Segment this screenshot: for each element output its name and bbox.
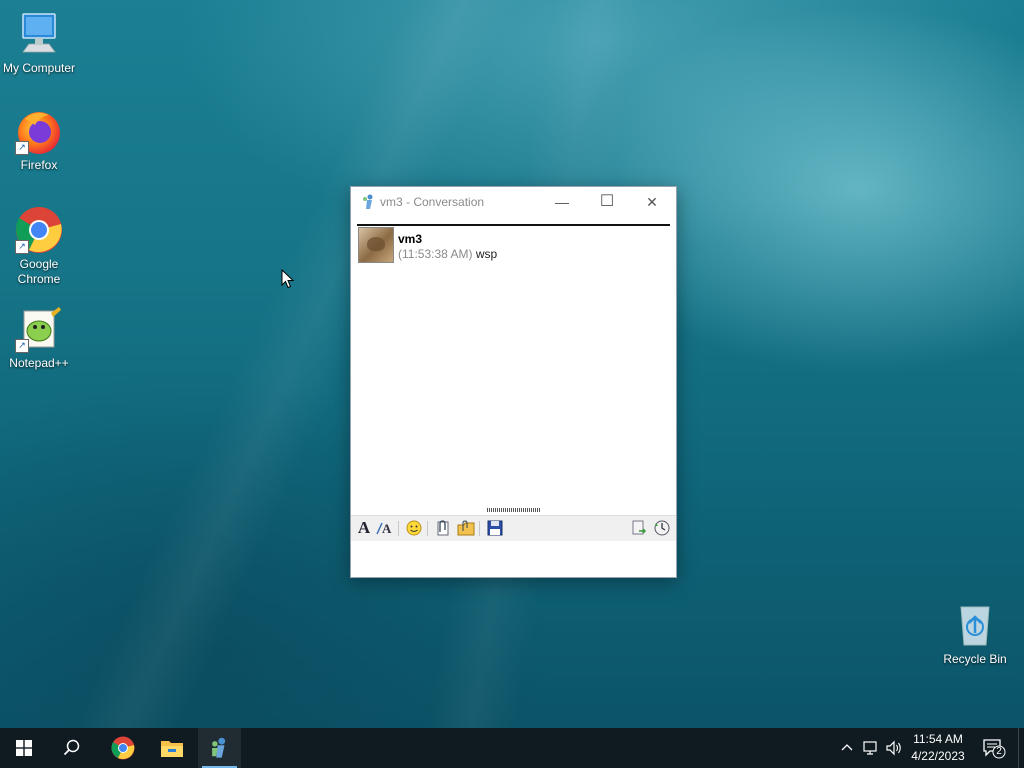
toolbar-separator (427, 521, 428, 536)
svg-text:A: A (382, 521, 392, 536)
desktop-icon-label: My Computer (2, 61, 76, 75)
search-button[interactable] (48, 728, 96, 768)
desktop-icon-my-computer[interactable]: My Computer (0, 10, 78, 76)
shortcut-arrow-icon: ↗ (15, 240, 29, 254)
computer-icon (15, 10, 63, 58)
taskbar-chrome[interactable] (99, 728, 147, 768)
shortcut-arrow-icon: ↗ (15, 339, 29, 353)
taskbar-clock[interactable]: 11:54 AM 4/22/2023 (900, 731, 976, 765)
clock-date: 4/22/2023 (911, 749, 965, 763)
recycle-bin-icon (951, 601, 999, 649)
splitter-grip[interactable] (487, 508, 541, 512)
desktop-icon-label: Google Chrome (17, 257, 61, 286)
window-title: vm3 - Conversation (380, 195, 485, 209)
messenger-icon (361, 194, 375, 210)
history-divider (357, 224, 670, 226)
message-input[interactable] (351, 541, 676, 577)
taskbar: 11:54 AM 4/22/2023 2 (0, 728, 1024, 768)
desktop-icon-firefox[interactable]: ↗ Firefox (0, 107, 78, 173)
minimize-button[interactable]: — (539, 187, 585, 217)
toolbar-separator (479, 521, 480, 536)
chrome-icon: ↗ (15, 206, 63, 254)
font-icon[interactable]: A (355, 519, 373, 537)
notification-count: 2 (996, 746, 1002, 757)
maximize-button[interactable]: ☐ (584, 187, 630, 217)
desktop-icon-notepadpp[interactable]: ↗ Notepad++ (0, 305, 78, 371)
text-color-icon[interactable]: A (376, 519, 394, 537)
conversation-window[interactable]: vm3 - Conversation — ☐ ✕ vm3 (11:53:38 A… (350, 186, 677, 578)
emoticon-icon[interactable] (405, 519, 423, 537)
action-center-button[interactable]: 2 (982, 737, 1006, 759)
taskbar-file-explorer[interactable] (148, 728, 196, 768)
search-icon (63, 739, 80, 756)
toolbar-separator (398, 521, 399, 536)
shortcut-arrow-icon: ↗ (15, 141, 29, 155)
close-button[interactable]: ✕ (629, 187, 675, 217)
message-text: wsp (475, 247, 498, 261)
title-bar[interactable]: vm3 - Conversation — ☐ ✕ (351, 187, 676, 217)
avatar (358, 227, 394, 263)
chrome-icon (111, 736, 135, 760)
format-toolbar: A A (351, 515, 676, 542)
desktop-icon-label: Notepad++ (9, 356, 69, 370)
show-desktop-button[interactable] (1018, 728, 1024, 768)
send-folder-icon[interactable] (457, 519, 475, 537)
network-icon[interactable] (862, 739, 880, 757)
taskbar-messenger[interactable] (198, 728, 241, 768)
history-icon[interactable] (653, 519, 671, 537)
message-line: (11:53:38 AM) wsp (398, 247, 497, 261)
attach-file-icon[interactable] (433, 519, 451, 537)
save-icon[interactable] (486, 519, 504, 537)
desktop-icon-label: Recycle Bin (943, 652, 1007, 666)
desktop-icon-google-chrome[interactable]: ↗ Google Chrome (0, 206, 78, 287)
desktop-icon-label: Firefox (20, 158, 58, 172)
desktop-icon-recycle-bin[interactable]: Recycle Bin (937, 601, 1013, 667)
file-explorer-icon (161, 741, 183, 757)
messenger-icon (212, 737, 226, 758)
log-icon[interactable] (630, 519, 648, 537)
start-button[interactable] (0, 728, 48, 768)
start-icon (16, 740, 32, 756)
notepadpp-icon: ↗ (15, 305, 63, 353)
firefox-icon: ↗ (15, 107, 63, 155)
show-hidden-icons-icon[interactable] (838, 739, 856, 757)
message-timestamp: (11:53:38 AM) (398, 247, 473, 261)
mouse-cursor-icon (281, 269, 295, 289)
message-sender: vm3 (398, 232, 423, 246)
clock-time: 11:54 AM (913, 732, 963, 746)
